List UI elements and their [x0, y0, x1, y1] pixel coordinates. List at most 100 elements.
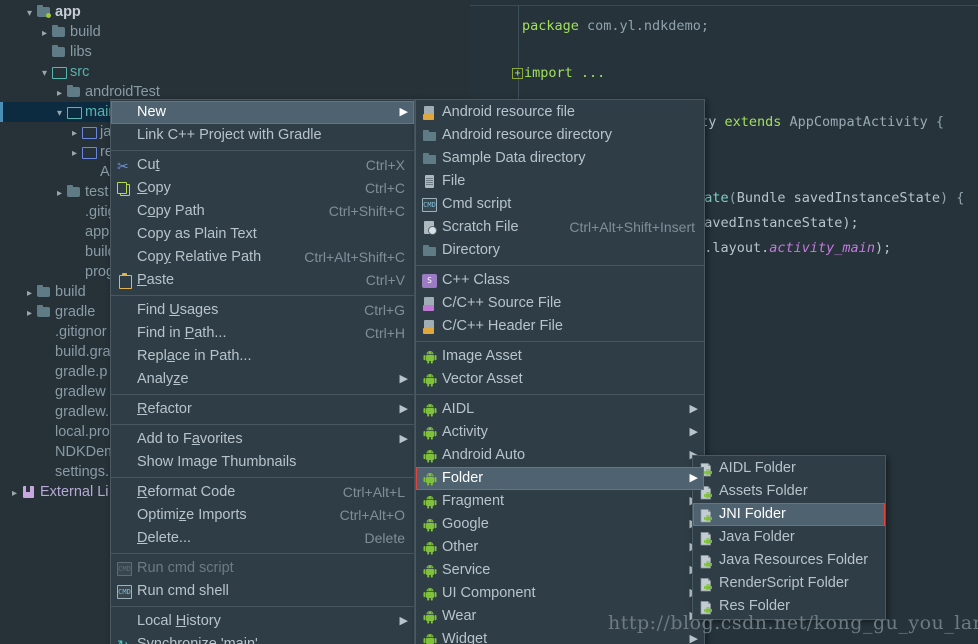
menu-item-copy[interactable]: Copy Ctrl+C: [111, 177, 414, 200]
tree-row[interactable]: libs: [0, 42, 470, 62]
menu-item-find-in-path[interactable]: Find in Path... Ctrl+H: [111, 322, 414, 345]
menu-item-c-c-source-file[interactable]: C/C++ Source File: [416, 292, 704, 315]
menu-item-android-resource-file[interactable]: Android resource file: [416, 101, 704, 124]
menu-item-show-image-thumbnails[interactable]: Show Image Thumbnails: [111, 451, 414, 474]
tree-row-label: settings.: [55, 464, 109, 480]
menu-item-run-cmd-script[interactable]: CMD Run cmd script: [111, 557, 414, 580]
folder-submenu[interactable]: AIDL Folder Assets Folder JNI Folder Java F…: [692, 455, 886, 620]
menu-item-sample-data-directory[interactable]: Sample Data directory: [416, 147, 704, 170]
tree-row[interactable]: ▾ src: [0, 62, 470, 82]
menu-item-copy-relative-path[interactable]: Copy Relative Path Ctrl+Alt+Shift+C: [111, 246, 414, 269]
tree-expand-arrow[interactable]: ▸: [53, 184, 66, 204]
tree-row-label: .gitignor: [55, 324, 107, 340]
menu-item-shortcut: Ctrl+C: [364, 180, 405, 196]
tree-row-label: app: [55, 4, 81, 20]
tree-expand-arrow[interactable]: ▾: [23, 4, 36, 24]
menu-item-activity[interactable]: Activity ▶: [416, 421, 704, 444]
menu-item-optimize-imports[interactable]: Optimize Imports Ctrl+Alt+O: [111, 504, 414, 527]
menu-item-label: Google: [442, 516, 489, 532]
menu-item-folder[interactable]: Folder ▶: [416, 467, 704, 490]
menu-item-label: Show Image Thumbnails: [137, 454, 297, 470]
menu-item-label: Directory: [442, 242, 501, 258]
menu-item-jni-folder[interactable]: JNI Folder: [693, 503, 885, 526]
menu-item-label: Find in Path...: [137, 325, 227, 341]
menu-item-ui-component[interactable]: UI Component▶: [416, 582, 704, 605]
android-icon: [422, 587, 437, 601]
menu-item-directory[interactable]: Directory: [416, 239, 704, 262]
tree-expand-arrow[interactable]: ▸: [53, 84, 66, 104]
tree-expand-arrow[interactable]: ▸: [8, 484, 21, 504]
menu-item-assets-folder[interactable]: Assets Folder: [693, 480, 885, 503]
menu-item-label: Sample Data directory: [442, 150, 586, 166]
menu-item-aidl-folder[interactable]: AIDL Folder: [693, 457, 885, 480]
menu-item-replace-in-path[interactable]: Replace in Path...: [111, 345, 414, 368]
tree-row-label: local.pro: [55, 424, 110, 440]
menu-item-vector-asset[interactable]: Vector Asset: [416, 368, 704, 391]
tree-row-label: build.gra: [55, 344, 111, 360]
menu-item-service[interactable]: Service▶: [416, 559, 704, 582]
menu-item-analyze[interactable]: Analyze ▶: [111, 368, 414, 391]
code-token: import ...: [524, 65, 606, 81]
menu-item-label: Add to Favorites: [137, 431, 243, 447]
code-token: (savedInstanceState);: [688, 215, 859, 231]
code-fold-toggle[interactable]: +: [512, 68, 523, 79]
menu-separator: [111, 477, 414, 478]
source-folder-icon: [51, 66, 67, 79]
menu-item-shortcut: Ctrl+X: [365, 157, 405, 173]
project-context-menu[interactable]: New ▶ Link C++ Project with Gradle ✂ Cut Ctrl…: [110, 99, 415, 644]
menu-item-copy-path[interactable]: Copy Path Ctrl+Shift+C: [111, 200, 414, 223]
tree-expand-arrow[interactable]: ▸: [23, 304, 36, 324]
menu-item-paste[interactable]: Paste Ctrl+V: [111, 269, 414, 292]
menu-item-c-c-header-file[interactable]: C/C++ Header File: [416, 315, 704, 338]
menu-item-renderscript-folder[interactable]: RenderScript Folder: [693, 572, 885, 595]
tree-row[interactable]: ▸ build: [0, 22, 470, 42]
menu-item-label: Other: [442, 539, 479, 555]
menu-item-scratch-file[interactable]: Scratch File Ctrl+Alt+Shift+Insert: [416, 216, 704, 239]
menu-item-copy-as-plain-text[interactable]: Copy as Plain Text: [111, 223, 414, 246]
menu-item-cut[interactable]: ✂ Cut Ctrl+X: [111, 154, 414, 177]
menu-item-find-usages[interactable]: Find Usages Ctrl+G: [111, 299, 414, 322]
menu-item-fragment[interactable]: Fragment▶: [416, 490, 704, 513]
menu-separator: [111, 295, 414, 296]
tree-row[interactable]: ▾ app: [0, 2, 470, 22]
scissors-icon: ✂: [117, 158, 129, 174]
tree-expand-arrow[interactable]: ▾: [53, 104, 66, 124]
menu-item-google[interactable]: Google▶: [416, 513, 704, 536]
new-submenu[interactable]: Android resource file Android resource di…: [415, 99, 705, 644]
menu-item-delete[interactable]: Delete... Delete: [111, 527, 414, 550]
menu-item-run-cmd-shell[interactable]: CMD Run cmd shell: [111, 580, 414, 603]
menu-item-other[interactable]: Other▶: [416, 536, 704, 559]
menu-item-synchronize-main[interactable]: ↻ Synchronize 'main': [111, 633, 414, 644]
tree-expand-arrow[interactable]: ▸: [68, 124, 81, 144]
chevron-right-icon: ▶: [689, 426, 698, 438]
menu-item-aidl[interactable]: AIDL ▶: [416, 398, 704, 421]
menu-item-add-to-favorites[interactable]: Add to Favorites ▶: [111, 428, 414, 451]
tree-expand-arrow[interactable]: ▸: [68, 144, 81, 164]
tree-expand-arrow[interactable]: ▾: [38, 64, 51, 84]
menu-item-c-class[interactable]: S C++ Class: [416, 269, 704, 292]
menu-item-android-resource-directory[interactable]: Android resource directory: [416, 124, 704, 147]
android-icon: [422, 495, 437, 509]
menu-item-label: Widget: [442, 631, 488, 644]
folder-icon: [51, 45, 66, 58]
menu-separator: [416, 394, 704, 395]
menu-item-android-auto[interactable]: Android Auto▶: [416, 444, 704, 467]
menu-item-refactor[interactable]: Refactor ▶: [111, 398, 414, 421]
menu-item-java-folder[interactable]: Java Folder: [693, 526, 885, 549]
menu-item-image-asset[interactable]: Image Asset: [416, 345, 704, 368]
menu-item-cmd-script[interactable]: CMD Cmd script: [416, 193, 704, 216]
menu-item-file[interactable]: File: [416, 170, 704, 193]
menu-item-label: C++ Class: [442, 272, 510, 288]
tree-expand-arrow[interactable]: ▸: [38, 24, 51, 44]
menu-item-label: Copy Relative Path: [137, 249, 262, 265]
menu-item-new[interactable]: New ▶: [111, 101, 414, 124]
tree-expand-arrow[interactable]: ▸: [23, 284, 36, 304]
menu-item-local-history[interactable]: Local History ▶: [111, 610, 414, 633]
chevron-right-icon: ▶: [399, 106, 408, 118]
menu-item-link-c-project-with-gradle[interactable]: Link C++ Project with Gradle: [111, 124, 414, 147]
menu-item-label: Replace in Path...: [137, 348, 252, 364]
menu-item-java-resources-folder[interactable]: Java Resources Folder: [693, 549, 885, 572]
menu-separator: [111, 553, 414, 554]
menu-item-reformat-code[interactable]: Reformat Code Ctrl+Alt+L: [111, 481, 414, 504]
menu-item-label: Scratch File: [442, 219, 519, 235]
